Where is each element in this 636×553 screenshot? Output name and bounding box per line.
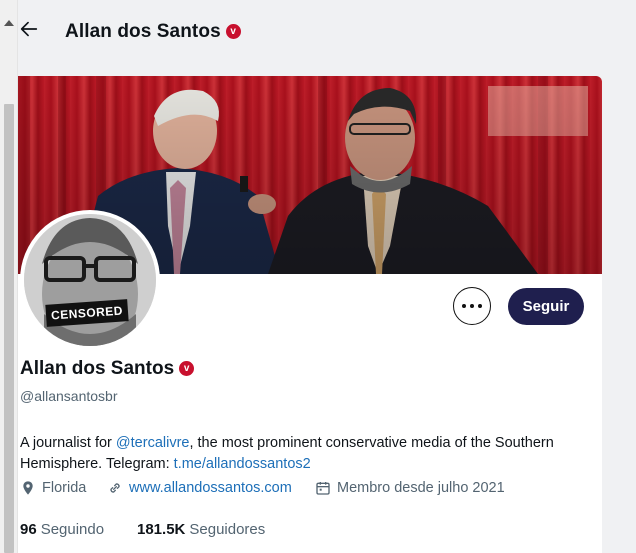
more-horizontal-icon-dot <box>478 304 482 308</box>
following-label: Seguindo <box>40 521 105 538</box>
profile-header: Allan dos Santos v <box>18 0 636 66</box>
profile-card: CENSORED Seguir Allan dos Santos v @allan… <box>18 76 602 553</box>
website[interactable]: www.allandossantos.com <box>107 480 292 496</box>
profile-name: Allan dos Santos v <box>20 358 195 380</box>
mention-link[interactable]: @tercalivre <box>116 435 190 451</box>
verified-badge-icon: v <box>225 24 241 39</box>
more-horizontal-icon <box>462 304 466 308</box>
avatar[interactable]: CENSORED <box>20 210 160 350</box>
followers-label: Seguidores <box>189 521 266 538</box>
link-icon <box>107 480 123 496</box>
location-text: Florida <box>42 480 87 496</box>
verified-badge-icon: v <box>179 361 195 376</box>
join-date: Membro desde julho 2021 <box>315 480 505 496</box>
header-title: Allan dos Santos v <box>65 21 241 43</box>
scrollbar[interactable] <box>0 0 18 553</box>
location-pin-icon <box>20 480 36 496</box>
avatar-photo: CENSORED <box>24 214 156 346</box>
following-count[interactable]: 96 Seguindo <box>20 521 104 538</box>
back-button[interactable] <box>18 18 44 44</box>
followers-count[interactable]: 181.5K Seguidores <box>137 521 265 538</box>
bio-text: A journalist for <box>20 435 116 451</box>
header-title-text: Allan dos Santos <box>65 21 221 42</box>
profile-bio: A journalist for @tercalivre, the most p… <box>20 433 590 475</box>
profile-handle: @allansantosbr <box>20 388 118 404</box>
scroll-up-arrow-icon[interactable] <box>4 20 14 26</box>
profile-name-text: Allan dos Santos <box>20 358 175 379</box>
following-number: 96 <box>20 521 37 538</box>
followers-number: 181.5K <box>137 521 186 538</box>
website-link[interactable]: www.allandossantos.com <box>129 480 292 496</box>
calendar-icon <box>315 480 331 496</box>
avatar-portrait <box>24 214 156 346</box>
scrollbar-thumb[interactable] <box>4 104 14 553</box>
more-horizontal-icon-dot <box>470 304 474 308</box>
more-options-button[interactable] <box>453 287 491 325</box>
join-date-text: Membro desde julho 2021 <box>337 480 505 496</box>
follow-button[interactable]: Seguir <box>508 288 584 325</box>
telegram-link[interactable]: t.me/allandossantos2 <box>174 456 311 472</box>
arrow-left-icon <box>20 21 38 37</box>
location: Florida <box>20 480 86 496</box>
profile-page: Allan dos Santos v CENSORED Seguir Allan… <box>0 0 636 553</box>
